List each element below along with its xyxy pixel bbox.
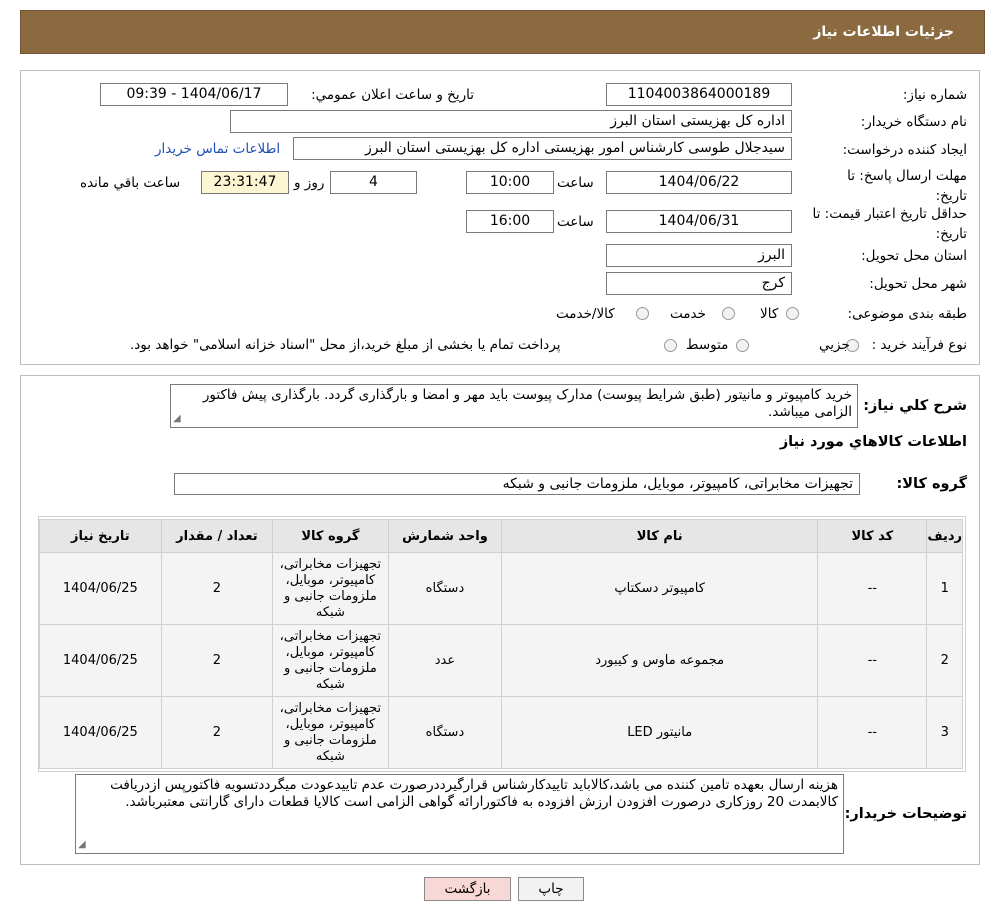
deadline-label: مهلت ارسال پاسخ: تا تاريخ: <box>847 168 967 204</box>
category-option-goods: کالا <box>760 306 779 322</box>
buyer-org-field: اداره کل بهزیستی استان البرز <box>230 110 792 133</box>
table-row: 3 -- مانیتور LED دستگاه تجهیزات مخابراتی… <box>39 696 963 769</box>
items-table-wrap: رديف کد کالا نام کالا واحد شمارش گروه کا… <box>38 516 966 772</box>
city-field: کرج <box>606 272 792 295</box>
deadline-date-field: 1404/06/22 <box>606 171 792 194</box>
table-row: 2 -- مجموعه ماوس و کیبورد عدد تجهیزات مخ… <box>39 624 963 697</box>
buyer-contact-link[interactable]: اطلاعات تماس خريدار <box>155 141 280 157</box>
process-radio-treasury[interactable] <box>664 339 677 352</box>
category-option-service: خدمت <box>670 306 706 322</box>
cell-unit: عدد <box>387 624 503 697</box>
back-button[interactable]: بازگشت <box>424 877 511 901</box>
announce-field: 1404/06/17 - 09:39 <box>100 83 288 106</box>
cell-date: 1404/06/25 <box>39 696 162 769</box>
remaining-label: ساعت باقي مانده <box>80 175 181 191</box>
announce-label: تاريخ و ساعت اعلان عمومي: <box>311 87 474 103</box>
days-field: 4 <box>330 171 417 194</box>
items-table: رديف کد کالا نام کالا واحد شمارش گروه کا… <box>39 519 963 769</box>
col-name: نام کالا <box>501 519 819 553</box>
cell-code: -- <box>817 552 928 625</box>
days-label: روز و <box>294 175 325 191</box>
process-option-minor: جزيي <box>819 337 850 353</box>
validity-time-label: ساعت <box>557 214 594 230</box>
resize-handle-icon[interactable]: ◢ <box>78 836 86 853</box>
cell-code: -- <box>817 624 928 697</box>
cell-row: 2 <box>926 624 963 697</box>
summary-text: خرید کامپیوتر و مانیتور (طبق شرایط پیوست… <box>202 387 852 420</box>
col-date: تاريخ نياز <box>39 519 162 553</box>
cell-unit: دستگاه <box>387 696 503 769</box>
goods-group-field: تجهیزات مخابراتی، کامپیوتر، موبایل، ملزو… <box>174 473 860 495</box>
cell-name: مجموعه ماوس و کیبورد <box>501 624 819 697</box>
print-button[interactable]: چاپ <box>518 877 584 901</box>
creator-field: سیدجلال طوسی کارشناس امور بهزیستی اداره … <box>293 137 792 160</box>
category-label: طبقه بندی موضوعی: <box>847 306 967 322</box>
notes-textarea[interactable]: هزینه ارسال بعهده تامین کننده می باشد،کا… <box>75 774 844 854</box>
cell-code: -- <box>817 696 928 769</box>
cell-group: تجهیزات مخابراتی، کامپیوتر، موبایل، ملزو… <box>272 696 389 769</box>
category-option-goods-service: کالا/خدمت <box>556 306 615 322</box>
col-code: کد کالا <box>817 519 928 553</box>
city-label: شهر محل تحويل: <box>869 276 967 292</box>
category-radio-goods[interactable] <box>786 307 799 320</box>
process-label: نوع فرآيند خريد : <box>871 337 967 353</box>
table-row: 1 -- کامپیوتر دسکتاپ دستگاه تجهیزات مخاب… <box>39 552 963 625</box>
need-number-label: شماره نياز: <box>902 87 967 103</box>
goods-group-label: گروه کالا: <box>896 476 967 492</box>
validity-date-field: 1404/06/31 <box>606 210 792 233</box>
table-header-row: رديف کد کالا نام کالا واحد شمارش گروه کا… <box>39 519 963 553</box>
need-number-field: 1104003864000189 <box>606 83 792 106</box>
cell-unit: دستگاه <box>387 552 503 625</box>
notes-label: توضيحات خريدار: <box>844 806 967 822</box>
cell-row: 3 <box>926 696 963 769</box>
col-row: رديف <box>926 519 963 553</box>
province-label: استان محل تحويل: <box>861 248 967 264</box>
process-option-medium: متوسط <box>686 337 729 353</box>
deadline-time-field: 10:00 <box>466 171 554 194</box>
cell-qty: 2 <box>160 624 274 697</box>
category-radio-goods-service[interactable] <box>636 307 649 320</box>
col-unit: واحد شمارش <box>387 519 503 553</box>
col-qty: تعداد / مقدار <box>160 519 274 553</box>
validity-label: حداقل تاريخ اعتبار قيمت: تا تاريخ: <box>812 206 967 242</box>
page-header: جزئيات اطلاعات نياز <box>20 10 985 54</box>
cell-group: تجهیزات مخابراتی، کامپیوتر، موبایل، ملزو… <box>272 552 389 625</box>
cell-qty: 2 <box>160 552 274 625</box>
validity-time-field: 16:00 <box>466 210 554 233</box>
process-note: پرداخت تمام يا بخشی از مبلغ خريد،از محل … <box>130 337 561 353</box>
col-group: گروه کالا <box>272 519 389 553</box>
cell-qty: 2 <box>160 696 274 769</box>
notes-text: هزینه ارسال بعهده تامین کننده می باشد،کا… <box>110 777 838 810</box>
category-radio-service[interactable] <box>722 307 735 320</box>
cell-group: تجهیزات مخابراتی، کامپیوتر، موبایل، ملزو… <box>272 624 389 697</box>
cell-row: 1 <box>926 552 963 625</box>
summary-textarea[interactable]: خرید کامپیوتر و مانیتور (طبق شرایط پیوست… <box>170 384 858 428</box>
remaining-time-field: 23:31:47 <box>201 171 289 194</box>
cell-name: کامپیوتر دسکتاپ <box>501 552 819 625</box>
deadline-time-label: ساعت <box>557 175 594 191</box>
buyer-org-label: نام دستگاه خريدار: <box>860 114 967 130</box>
cell-date: 1404/06/25 <box>39 624 162 697</box>
process-radio-medium[interactable] <box>736 339 749 352</box>
goods-info-title: اطلاعات کالاهاي مورد نياز <box>779 434 967 450</box>
creator-label: ايجاد کننده درخواست: <box>842 142 967 158</box>
cell-name: مانیتور LED <box>501 696 819 769</box>
cell-date: 1404/06/25 <box>39 552 162 625</box>
province-field: البرز <box>606 244 792 267</box>
resize-handle-icon[interactable]: ◢ <box>173 410 181 427</box>
summary-label: شرح کلي نياز: <box>863 398 967 414</box>
page-title: جزئيات اطلاعات نياز <box>813 24 954 40</box>
